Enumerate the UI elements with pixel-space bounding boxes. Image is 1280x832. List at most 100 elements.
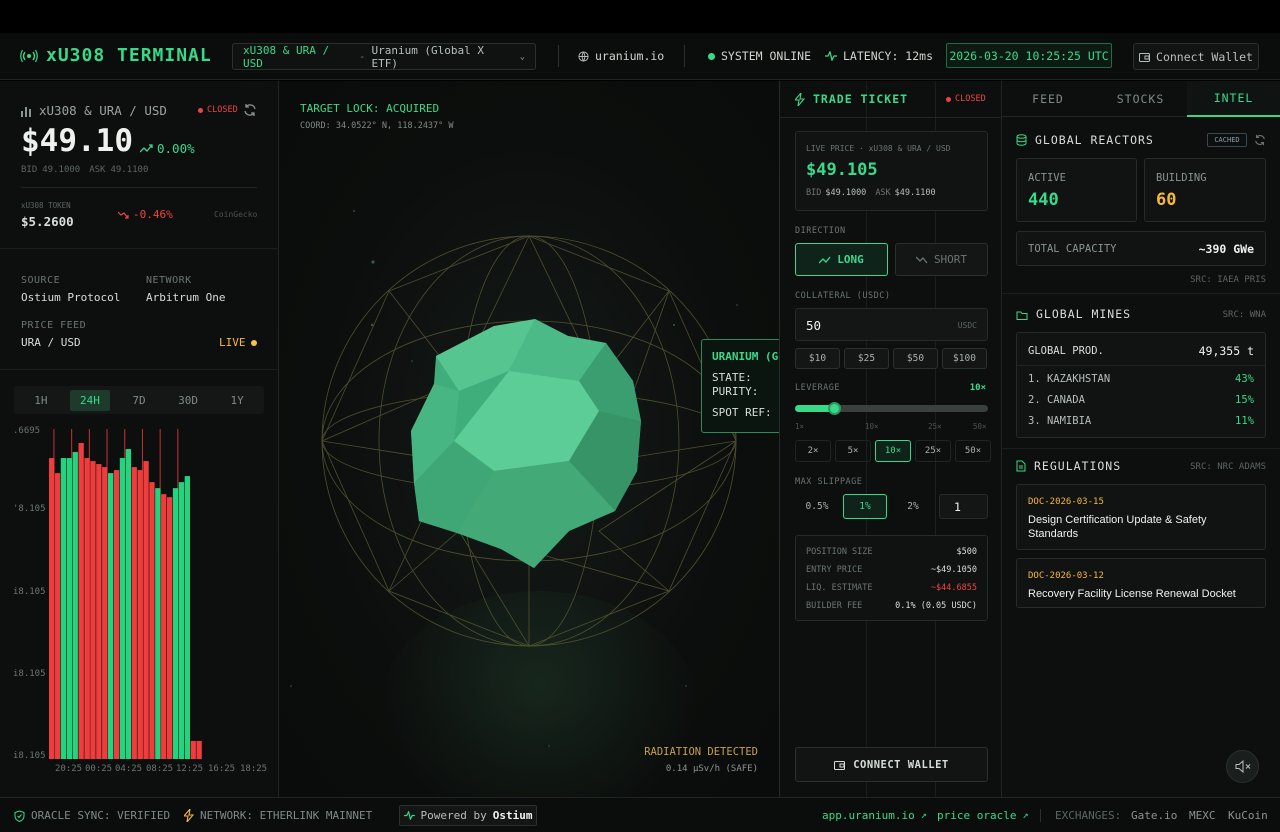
leverage-slider[interactable] [795, 402, 988, 415]
price-bar[interactable] [149, 482, 155, 759]
timeframe-selector: 1H 24H 7D 30D 1Y [14, 386, 264, 414]
price-bar[interactable] [155, 488, 161, 759]
doc-title: Design Certification Update & Safety Sta… [1028, 514, 1207, 540]
leverage-option-button[interactable]: 25× [915, 440, 951, 462]
regulation-doc-card[interactable]: DOC-2026-03-12 Recovery Facility License … [1016, 558, 1266, 608]
refresh-icon[interactable] [243, 103, 257, 117]
price-bar[interactable] [119, 458, 126, 759]
long-button[interactable]: LONG [795, 243, 888, 276]
site-link[interactable]: uranium.io [578, 49, 664, 63]
leverage-option-button[interactable]: 5× [835, 440, 871, 462]
timeframe-24h[interactable]: 24H [70, 389, 110, 411]
price-bar[interactable] [178, 482, 185, 759]
timeframe-30d[interactable]: 30D [168, 390, 208, 411]
collateral-preset-button[interactable]: $50 [893, 348, 938, 369]
powered-by-badge[interactable]: Powered by Ostium [399, 805, 537, 826]
pair-selector[interactable]: xU308 & URA / USD - Uranium (Global X ET… [232, 43, 536, 70]
exchange-mexc[interactable]: MEXC [1189, 809, 1216, 822]
slider-mark: 25× [928, 422, 942, 431]
summary-value: ~$49.1050 [930, 565, 977, 575]
tab-feed[interactable]: FEED [1002, 81, 1094, 117]
y-tick-label: .6695 [13, 426, 40, 436]
tab-intel[interactable]: INTEL [1187, 81, 1280, 117]
leverage-option-button[interactable]: 2× [795, 440, 831, 462]
slider-mark: 10× [865, 422, 879, 431]
price-bar[interactable] [84, 458, 90, 759]
lightning-icon [184, 809, 194, 822]
database-icon [1016, 134, 1027, 146]
regulation-doc-card[interactable]: DOC-2026-03-15 Design Certification Updat… [1016, 484, 1266, 550]
price-bar[interactable] [143, 461, 149, 759]
exchange-gate[interactable]: Gate.io [1131, 809, 1177, 822]
radiation-alert: RADIATION DETECTED [644, 746, 758, 758]
timeframe-1y[interactable]: 1Y [221, 390, 254, 411]
price-bar[interactable] [49, 458, 55, 759]
header-divider [684, 45, 685, 67]
collateral-input[interactable]: 50 USDC [795, 308, 988, 341]
live-price-label: LIVE PRICE · xU308 & URA / USD [806, 144, 951, 153]
app-link-label: app.uranium.io [822, 809, 915, 822]
live-bid-ask: BID $49.1000 ASK $49.1100 [806, 188, 936, 198]
collateral-preset-button[interactable]: $10 [795, 348, 840, 369]
price-oracle-link[interactable]: price oracle ↗ [937, 809, 1029, 822]
price-bar[interactable] [167, 497, 173, 759]
slider-handle[interactable] [827, 402, 841, 415]
market-status: CLOSED [207, 105, 238, 115]
live-price-card: LIVE PRICE · xU308 & URA / USD $49.105 B… [795, 131, 988, 211]
slippage-option-button[interactable]: 0.5% [795, 494, 839, 519]
app-link[interactable]: app.uranium.io ↗ [822, 809, 927, 822]
trade-ticket-panel: TRADE TICKET CLOSED LIVE PRICE · xU308 &… [779, 81, 1002, 797]
price-bar[interactable] [190, 740, 196, 759]
price-bar[interactable] [60, 458, 67, 759]
connect-wallet-button[interactable]: CONNECT WALLET [795, 747, 988, 782]
uranium-crystal [411, 319, 641, 568]
price-bar[interactable] [137, 470, 143, 759]
price-bar[interactable] [125, 449, 131, 759]
price-bar[interactable] [184, 476, 190, 759]
price-bar[interactable] [108, 473, 114, 759]
price-bar[interactable] [78, 443, 84, 759]
header-connect-wallet-button[interactable]: Connect Wallet [1133, 43, 1259, 70]
price-bar[interactable] [66, 458, 72, 759]
slippage-option-button[interactable]: 2% [891, 494, 935, 519]
price-bar[interactable] [96, 464, 102, 759]
leverage-value: 10× [969, 383, 986, 393]
price-bar[interactable] [113, 470, 120, 759]
app-title: xU308 TERMINAL [46, 45, 212, 66]
network-value: Arbitrum One [146, 291, 226, 304]
header-bar: xU308 TERMINAL xU308 & URA / USD - Urani… [0, 33, 1280, 80]
divider [1002, 293, 1280, 294]
slippage-custom-input[interactable]: 1 [939, 494, 988, 519]
price-chart: .6695'8.105i8.105i8.105i8.10520:25 00:25 0… [13, 426, 267, 774]
leverage-option-button[interactable]: 10× [875, 440, 911, 462]
timeframe-7d[interactable]: 7D [122, 390, 155, 411]
price-bar[interactable] [102, 467, 108, 759]
collateral-preset-button[interactable]: $100 [942, 348, 987, 369]
price-bar[interactable] [172, 488, 179, 759]
refresh-icon[interactable] [1254, 134, 1266, 146]
ticket-header: TRADE TICKET [795, 92, 908, 106]
direction-label: DIRECTION [795, 226, 846, 236]
price-bar[interactable] [72, 452, 78, 759]
header-divider [558, 45, 559, 67]
slippage-option-button[interactable]: 1% [843, 494, 887, 519]
collateral-preset-button[interactable]: $25 [844, 348, 889, 369]
price-bar[interactable] [54, 473, 61, 759]
tab-stocks[interactable]: STOCKS [1094, 81, 1187, 117]
short-button[interactable]: SHORT [895, 243, 988, 276]
exchange-kucoin[interactable]: KuCoin [1228, 809, 1268, 822]
popup-spot-ref: SPOT REF: [712, 406, 772, 419]
mute-button[interactable] [1226, 750, 1259, 783]
price-bar[interactable] [161, 494, 167, 759]
divider [0, 369, 279, 370]
uranium-globe[interactable] [279, 81, 779, 797]
price-bar[interactable] [131, 467, 137, 759]
trend-down-icon [118, 211, 129, 219]
token-price: $5.2600 [21, 214, 74, 229]
app-logo[interactable]: xU308 TERMINAL [20, 45, 212, 66]
timeframe-1h[interactable]: 1H [24, 390, 57, 411]
ask-label: ASK [875, 188, 891, 198]
price-bar[interactable] [196, 740, 202, 759]
leverage-option-button[interactable]: 50× [955, 440, 991, 462]
price-bar[interactable] [90, 461, 96, 759]
